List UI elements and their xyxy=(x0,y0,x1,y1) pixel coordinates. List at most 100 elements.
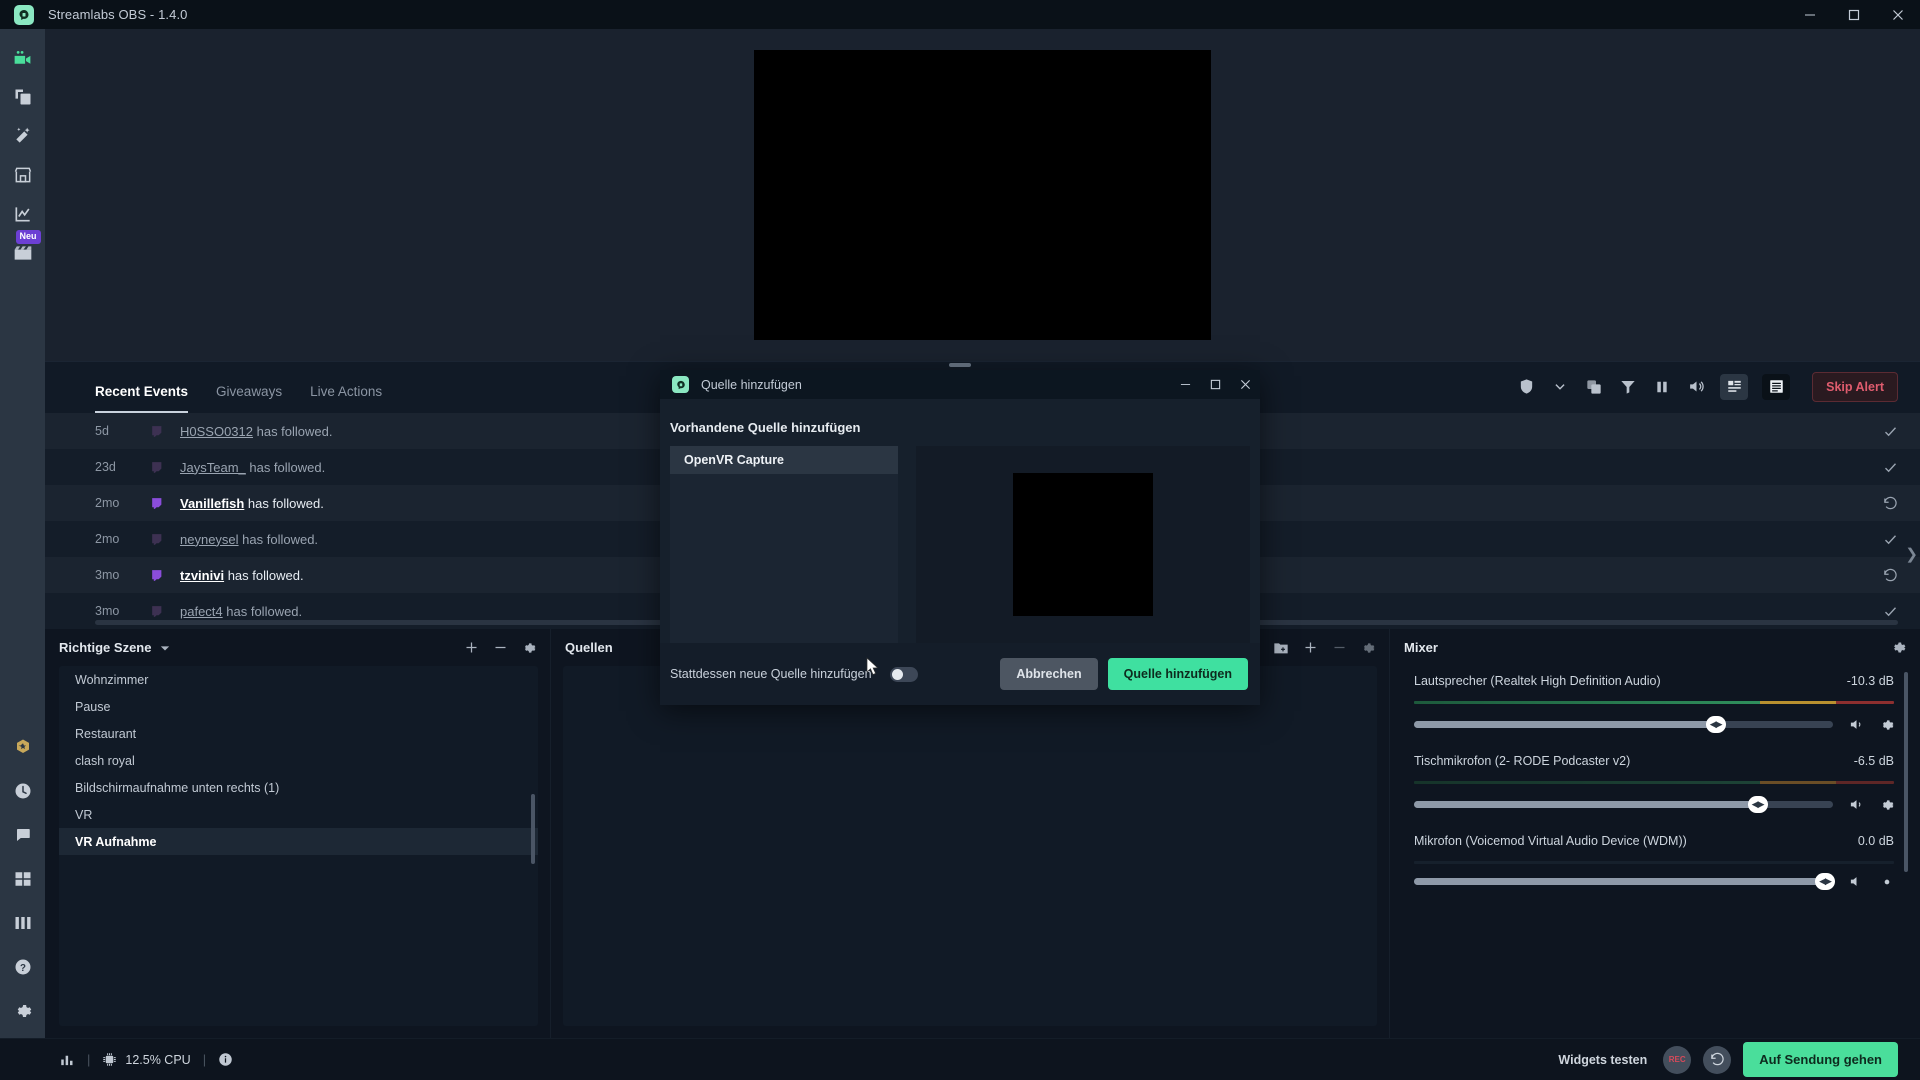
maximize-icon[interactable] xyxy=(1832,0,1876,29)
volume-slider[interactable]: ◀▶ xyxy=(1414,873,1835,890)
volume-knob[interactable]: ◀▶ xyxy=(1747,796,1768,813)
close-icon[interactable] xyxy=(1230,370,1260,399)
event-time: 23d xyxy=(95,460,116,474)
event-username[interactable]: H0SSO0312 xyxy=(180,424,253,439)
gear-icon[interactable] xyxy=(1880,718,1894,732)
check-icon[interactable] xyxy=(1883,532,1898,547)
sidebar-nav: Neu ? xyxy=(0,29,45,1038)
gear-icon[interactable] xyxy=(522,641,536,655)
scenes-title: Richtige Szene xyxy=(59,640,152,655)
scene-item[interactable]: clash royal xyxy=(59,747,538,774)
go-live-button[interactable]: Auf Sendung gehen xyxy=(1743,1042,1898,1077)
folder-add-icon[interactable] xyxy=(1273,640,1289,656)
scene-item[interactable]: Bildschirmaufnahme unten rechts (1) xyxy=(59,774,538,801)
dialog-title-bar: Quelle hinzufügen xyxy=(660,370,1260,399)
plus-icon[interactable] xyxy=(1303,640,1318,655)
store-icon[interactable] xyxy=(10,162,36,188)
volume-icon[interactable] xyxy=(1686,377,1706,397)
gear-icon[interactable] xyxy=(1891,640,1906,655)
scene-item[interactable]: Wohnzimmer xyxy=(59,666,538,693)
mixer-dock: Mixer Lautsprecher (Realtek High Definit… xyxy=(1390,629,1920,1038)
volume-knob[interactable]: ◀▶ xyxy=(1815,873,1835,890)
clapperboard-icon[interactable]: Neu xyxy=(10,230,41,266)
maximize-icon[interactable] xyxy=(1200,370,1230,399)
volume-knob[interactable]: ◀▶ xyxy=(1705,716,1726,733)
replay-icon[interactable] xyxy=(1883,568,1898,583)
add-source-button[interactable]: Quelle hinzufügen xyxy=(1107,658,1248,690)
prime-badge-icon[interactable] xyxy=(10,734,36,760)
shield-icon[interactable] xyxy=(1516,377,1536,397)
streamlabs-logo-icon xyxy=(14,4,34,25)
collapse-panel-icon[interactable]: ❯ xyxy=(1905,545,1918,563)
gear-icon[interactable] xyxy=(1361,641,1375,655)
skip-alert-button[interactable]: Skip Alert xyxy=(1812,371,1898,402)
twitch-icon xyxy=(150,497,180,510)
scenes-scrollbar[interactable] xyxy=(531,794,535,864)
magic-wand-icon[interactable] xyxy=(10,123,36,149)
grid-view-icon[interactable] xyxy=(1720,373,1749,400)
streamlabs-logo-icon xyxy=(672,376,689,393)
gear-icon[interactable] xyxy=(10,998,36,1024)
scene-item[interactable]: Restaurant xyxy=(59,720,538,747)
chevron-down-icon[interactable] xyxy=(1550,377,1570,397)
layers-icon[interactable] xyxy=(10,84,36,110)
event-username[interactable]: JaysTeam_ xyxy=(180,460,246,475)
event-text: H0SSO0312 has followed. xyxy=(180,424,333,439)
tab-live-actions[interactable]: Live Actions xyxy=(310,384,382,413)
caret-down-icon[interactable] xyxy=(160,643,170,653)
gear-icon[interactable] xyxy=(1880,798,1894,812)
stream-preview-area[interactable] xyxy=(45,29,1920,361)
cancel-button[interactable]: Abbrechen xyxy=(1000,658,1098,690)
test-widgets-button[interactable]: Widgets testen xyxy=(1558,1053,1647,1067)
check-icon[interactable] xyxy=(1883,424,1898,439)
scene-item[interactable]: VR Aufnahme xyxy=(59,828,538,855)
replay-buffer-icon[interactable] xyxy=(1703,1045,1732,1074)
filter-icon[interactable] xyxy=(1618,377,1638,397)
minimize-icon[interactable] xyxy=(1788,0,1832,29)
clock-icon[interactable] xyxy=(10,778,36,804)
event-username[interactable]: Vanillefish xyxy=(180,496,244,511)
new-source-toggle[interactable] xyxy=(889,666,918,682)
tab-giveaways[interactable]: Giveaways xyxy=(216,384,282,413)
scene-item[interactable]: Pause xyxy=(59,693,538,720)
info-icon[interactable] xyxy=(218,1052,233,1067)
event-text: Vanillefish has followed. xyxy=(180,496,324,511)
event-username[interactable]: neyneysel xyxy=(180,532,239,547)
pause-icon[interactable] xyxy=(1652,377,1672,397)
close-icon[interactable] xyxy=(1876,0,1920,29)
event-username[interactable]: tzvinivi xyxy=(180,568,224,583)
plus-icon[interactable] xyxy=(464,640,479,655)
mixer-channel-db: 0.0 dB xyxy=(1857,834,1894,848)
minus-icon[interactable] xyxy=(1332,640,1347,655)
mixer-scrollbar[interactable] xyxy=(1904,672,1908,872)
preview-canvas[interactable] xyxy=(754,50,1211,340)
event-time: 5d xyxy=(95,424,109,438)
list-view-icon[interactable] xyxy=(1762,373,1791,400)
source-list-item[interactable]: OpenVR Capture xyxy=(670,446,898,474)
tab-recent-events[interactable]: Recent Events xyxy=(95,384,189,413)
bar-chart-icon[interactable] xyxy=(60,1052,75,1067)
grid-icon[interactable] xyxy=(10,866,36,892)
check-icon[interactable] xyxy=(1883,604,1898,619)
event-text: pafect4 has followed. xyxy=(180,604,302,619)
sources-list[interactable] xyxy=(563,666,1377,1026)
check-icon[interactable] xyxy=(1883,460,1898,475)
gear-icon[interactable] xyxy=(1880,875,1894,889)
minimize-icon[interactable] xyxy=(1170,370,1200,399)
copy-icon[interactable] xyxy=(1584,377,1604,397)
minus-icon[interactable] xyxy=(493,640,508,655)
volume-icon[interactable] xyxy=(1849,797,1864,812)
volume-icon[interactable] xyxy=(1849,717,1864,732)
chart-line-icon[interactable] xyxy=(10,201,36,227)
help-circle-icon[interactable]: ? xyxy=(10,954,36,980)
chat-bubble-icon[interactable] xyxy=(10,822,36,848)
scene-item[interactable]: VR xyxy=(59,801,538,828)
volume-icon[interactable] xyxy=(1849,874,1864,889)
camera-icon[interactable] xyxy=(10,45,36,71)
columns-icon[interactable] xyxy=(10,910,36,936)
record-button[interactable]: REC xyxy=(1663,1045,1692,1074)
replay-icon[interactable] xyxy=(1883,496,1898,511)
event-username[interactable]: pafect4 xyxy=(180,604,223,619)
volume-slider[interactable]: ◀▶ xyxy=(1414,716,1833,733)
volume-slider[interactable]: ◀▶ xyxy=(1414,796,1833,813)
